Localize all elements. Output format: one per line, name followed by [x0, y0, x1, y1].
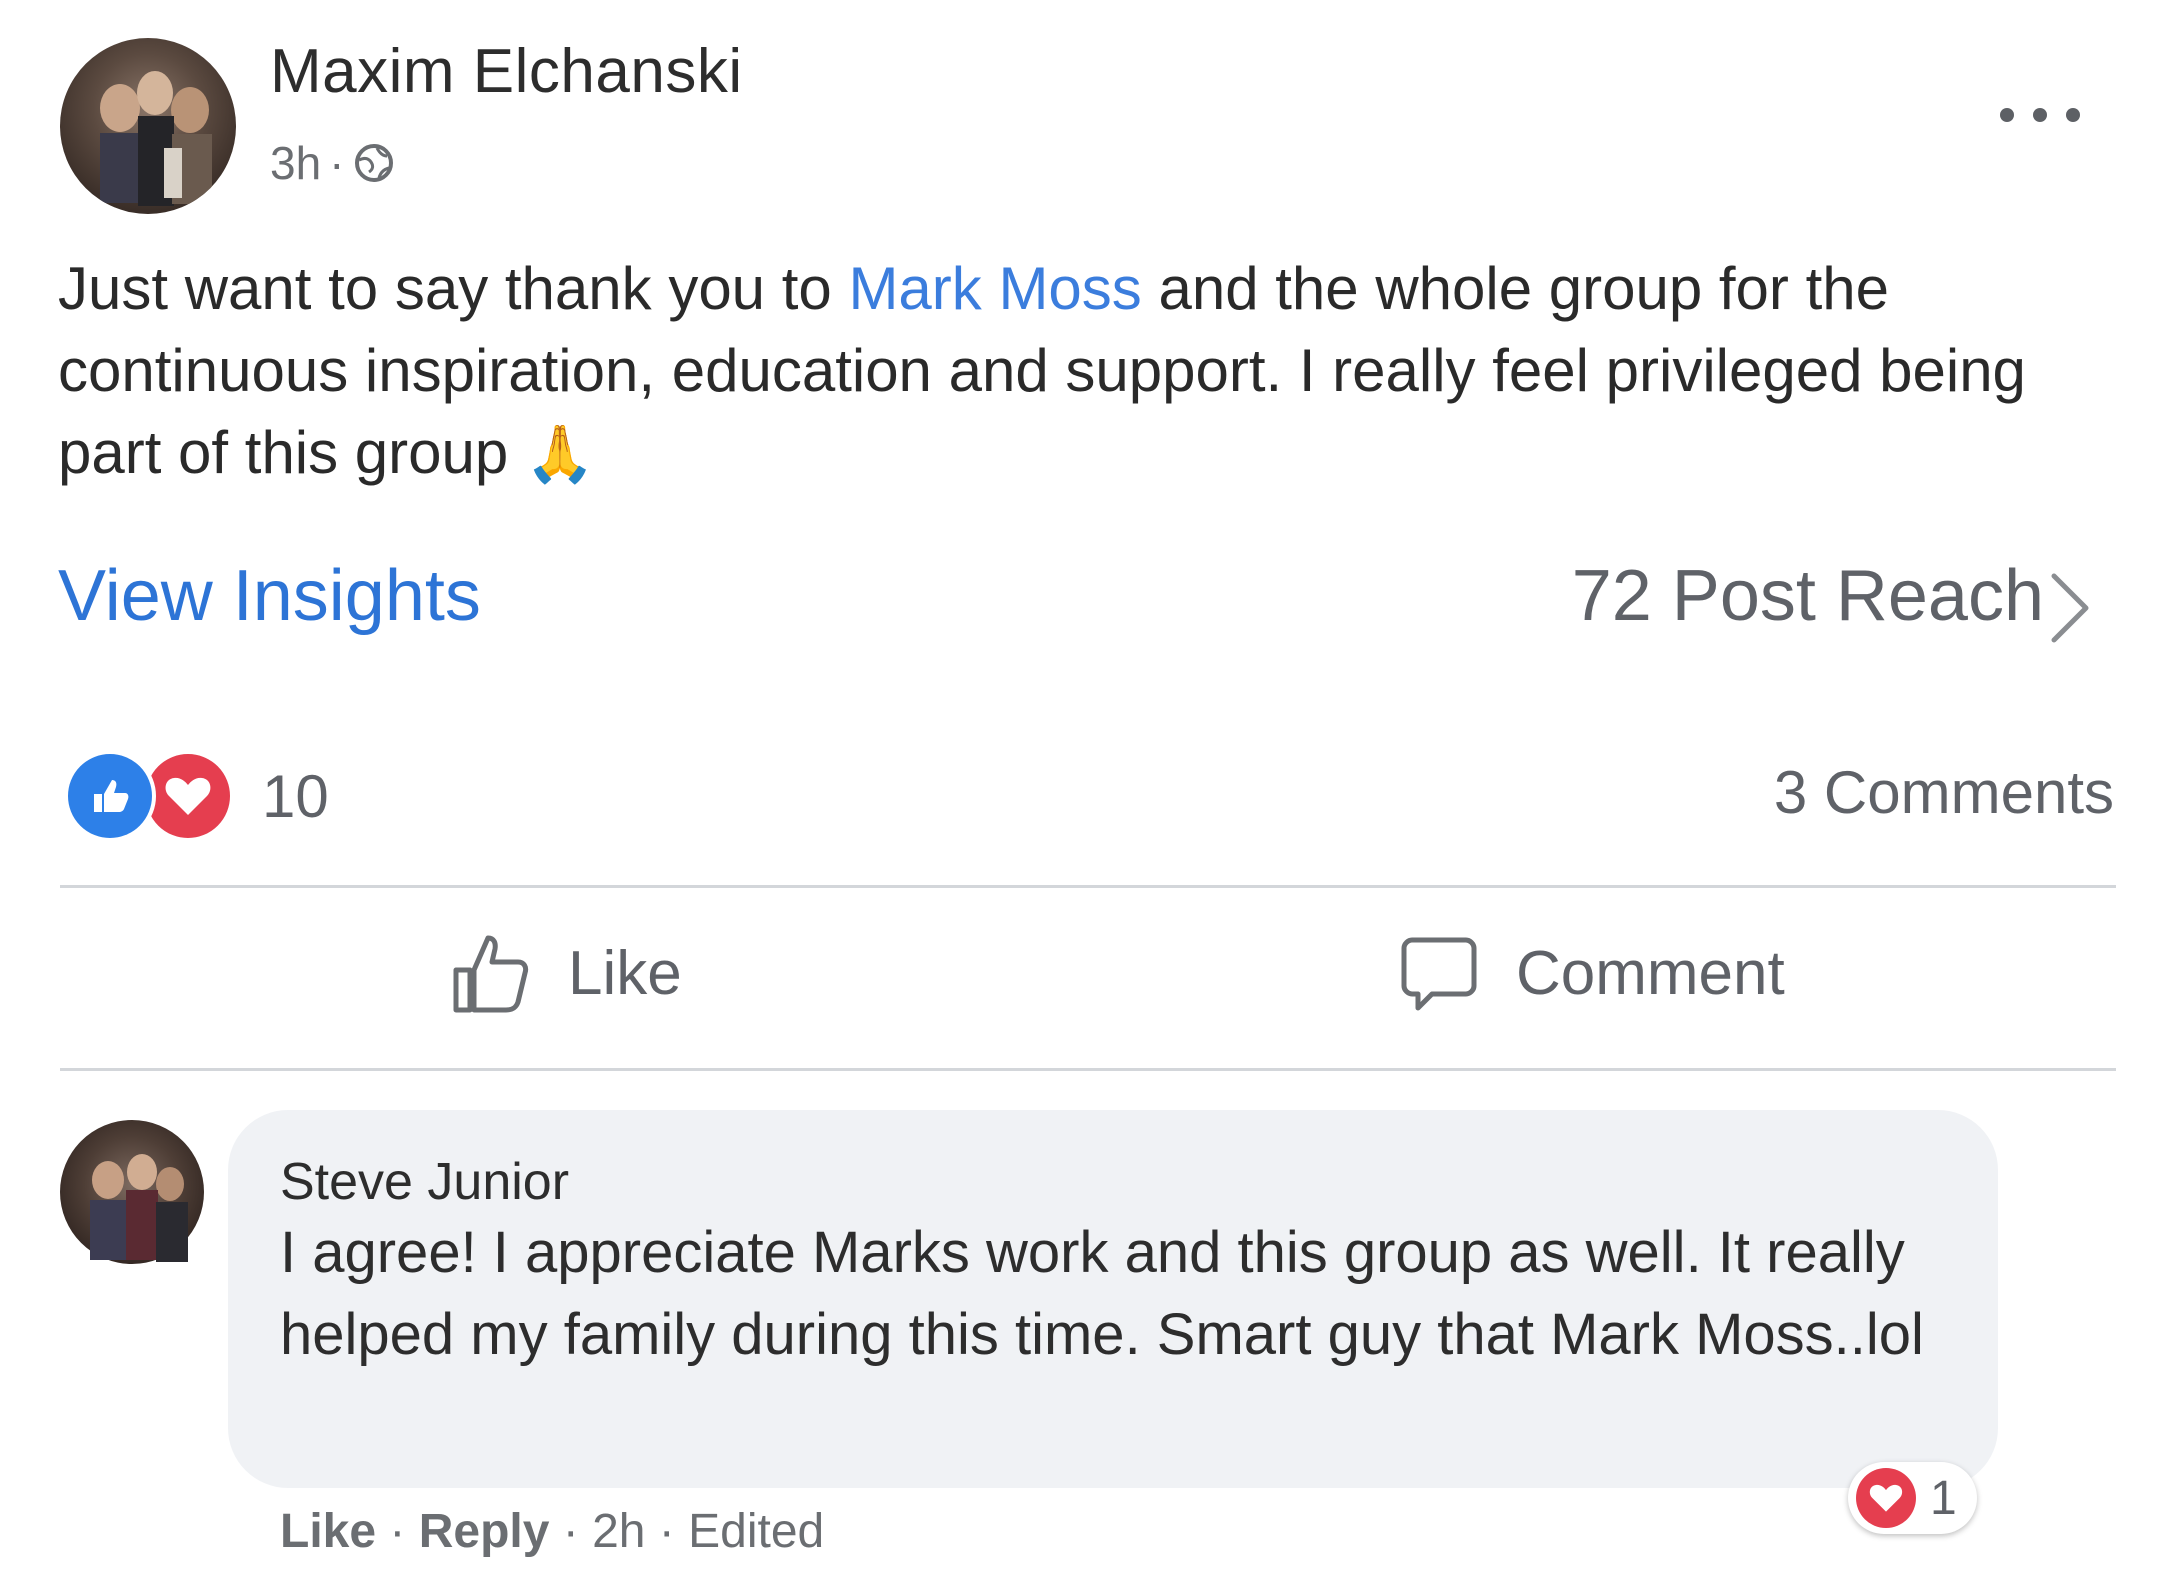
reactions-summary[interactable]: 10 — [64, 750, 329, 842]
post-card: Maxim Elchanski 3h · Just want to say th… — [0, 0, 2184, 1570]
comment-time[interactable]: 2h — [592, 1505, 645, 1558]
comment-button[interactable]: Comment — [1398, 930, 1785, 1016]
view-insights-link[interactable]: View Insights — [58, 555, 481, 637]
comment-edited[interactable]: Edited — [688, 1505, 824, 1558]
post-time[interactable]: 3h — [270, 136, 321, 190]
meta-separator: · — [329, 137, 345, 189]
author-avatar[interactable] — [60, 38, 236, 214]
comment-reaction-count: 1 — [1930, 1471, 1957, 1525]
author-name[interactable]: Maxim Elchanski — [270, 36, 743, 107]
divider-bottom — [60, 1068, 2116, 1071]
globe-icon — [354, 144, 393, 182]
comment-like-link[interactable]: Like — [280, 1505, 376, 1558]
comment-sep-2: · — [549, 1505, 593, 1558]
comment-text: I agree! I appreciate Marks work and thi… — [280, 1220, 1924, 1367]
post-meta: 3h · — [270, 136, 395, 190]
like-reaction-icon — [64, 750, 156, 842]
divider-top — [60, 885, 2116, 888]
post-reach[interactable]: 72 Post Reach — [1572, 555, 2044, 637]
commenter-name[interactable]: Steve Junior — [280, 1152, 569, 1212]
mention-link[interactable]: Mark Moss — [848, 255, 1141, 322]
folded-hands-emoji: 🙏 — [524, 422, 595, 485]
comment-sep-3: · — [645, 1505, 689, 1558]
comment-sep-1: · — [376, 1505, 419, 1558]
post-text-start: Just want to say thank you to — [58, 255, 849, 322]
comment-reply-link[interactable]: Reply — [419, 1505, 550, 1558]
chevron-right-icon[interactable] — [2040, 568, 2100, 648]
like-button-label: Like — [568, 938, 682, 1008]
comment-reaction-badge[interactable]: 1 — [1848, 1462, 1977, 1534]
thumbs-up-icon — [453, 935, 529, 1013]
comment-button-label: Comment — [1516, 938, 1785, 1008]
comment-actions: Like · Reply · 2h · Edited — [280, 1504, 824, 1559]
more-horizontal-icon[interactable] — [2000, 100, 2080, 130]
comments-count[interactable]: 3 Comments — [1774, 758, 2114, 827]
post-text: Just want to say thank you to Mark Moss … — [58, 248, 2128, 495]
love-reaction-icon — [1856, 1468, 1916, 1528]
reaction-count: 10 — [262, 762, 329, 830]
like-button[interactable]: Like — [450, 930, 682, 1016]
commenter-avatar[interactable] — [60, 1120, 204, 1264]
comment-bubble-icon — [1401, 937, 1477, 1011]
